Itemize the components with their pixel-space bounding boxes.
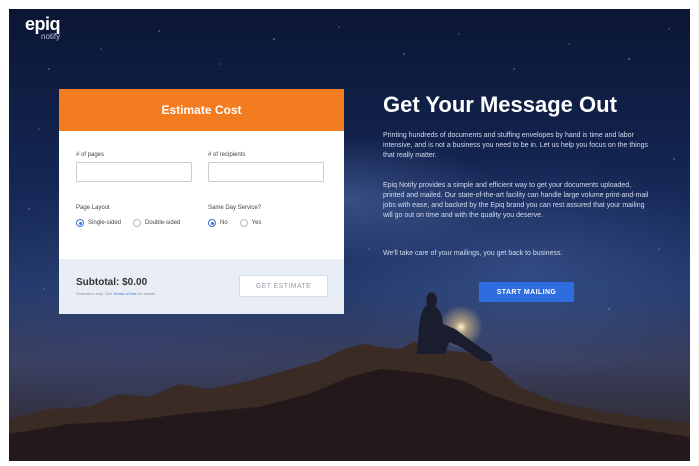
recipients-field: # of recipients	[208, 152, 324, 182]
same-day-yes-radio[interactable]	[239, 219, 248, 227]
double-sided-label[interactable]: Double-sided	[145, 220, 180, 226]
pages-field: # of pages	[76, 152, 192, 182]
page-layout-group: Page Layout Single-sided Double-sided	[76, 205, 192, 227]
hero-paragraph-3: We'll take care of your mailings, you ge…	[383, 250, 563, 257]
terms-of-use-link[interactable]: Terms of Use	[113, 291, 137, 296]
recipients-label: # of recipients	[208, 152, 246, 158]
note-prefix: Estimation only. See	[76, 291, 114, 296]
start-mailing-button[interactable]: START MAILING	[479, 282, 574, 302]
double-sided-radio[interactable]	[133, 219, 142, 227]
estimate-note: Estimation only. See Terms of Use for de…	[76, 291, 156, 296]
hero-paragraph-1: Printing hundreds of documents and stuff…	[383, 132, 649, 159]
same-day-label: Same Day Service?	[208, 205, 262, 211]
estimate-footer: Subtotal: $0.00 Estimation only. See Ter…	[59, 259, 344, 314]
get-estimate-button[interactable]: GET ESTIMATE	[239, 275, 328, 297]
sitting-person-silhouette	[417, 292, 493, 361]
estimate-form: # of pages # of recipients Page Layout S…	[59, 131, 344, 259]
single-sided-radio[interactable]	[76, 219, 84, 227]
hero-background: epiq notify Estimate Cost # of pages # o…	[9, 9, 690, 461]
pages-label: # of pages	[76, 152, 105, 158]
same-day-group: Same Day Service? No Yes	[208, 205, 273, 227]
logo-subtitle: notify	[41, 32, 61, 41]
epiq-notify-logo[interactable]: epiq notify	[25, 14, 61, 41]
note-suffix: for details.	[136, 291, 157, 296]
hero-paragraph-2: Epiq Notify provides a simple and effici…	[383, 182, 649, 219]
same-day-no-label[interactable]: No	[220, 220, 228, 226]
pages-input[interactable]	[76, 162, 192, 182]
subtotal-text: Subtotal: $0.00	[76, 277, 148, 288]
same-day-no-radio[interactable]	[208, 219, 216, 227]
recipients-input[interactable]	[208, 162, 324, 182]
estimate-card-title: Estimate Cost	[59, 89, 344, 131]
page-layout-label: Page Layout	[76, 205, 110, 211]
headlamp-glow	[439, 305, 483, 349]
single-sided-label[interactable]: Single-sided	[88, 220, 121, 226]
hero-title: Get Your Message Out	[383, 92, 617, 117]
same-day-yes-label[interactable]: Yes	[252, 220, 262, 226]
estimate-card: Estimate Cost # of pages # of recipients…	[59, 89, 344, 314]
logo-wordmark: epiq	[25, 14, 61, 34]
